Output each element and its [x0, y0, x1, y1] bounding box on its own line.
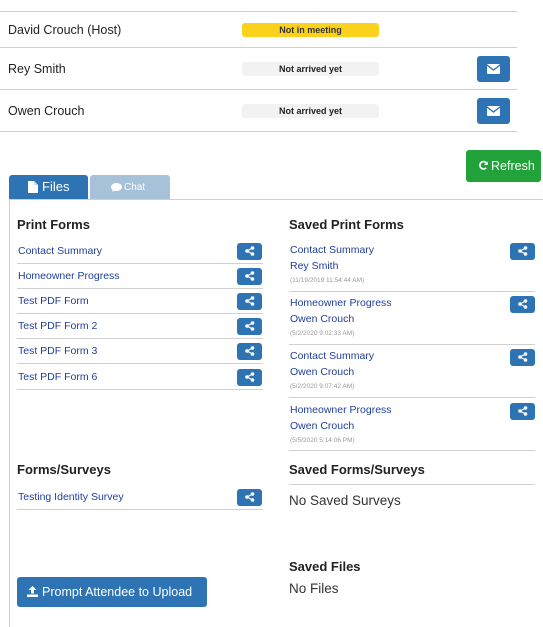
survey-link[interactable]: Testing Identity Survey: [18, 491, 124, 503]
chat-bubble-icon: [111, 183, 122, 192]
tab-label: Files: [42, 179, 70, 194]
tab-files[interactable]: Files: [9, 175, 88, 199]
no-saved-surveys-text: No Saved Surveys: [289, 493, 401, 508]
attendee-name: David Crouch (Host): [8, 22, 122, 37]
list-item: Test PDF Form 3: [17, 339, 263, 364]
share-button[interactable]: [237, 268, 262, 285]
attendee-status-badge: Not in meeting: [242, 22, 379, 37]
share-button[interactable]: [237, 293, 262, 310]
envelope-icon: [487, 105, 500, 116]
share-button[interactable]: [510, 296, 535, 313]
share-button[interactable]: [510, 403, 535, 420]
share-icon: [245, 296, 255, 306]
saved-form-person[interactable]: Rey Smith: [290, 260, 338, 272]
print-form-link[interactable]: Homeowner Progress: [18, 270, 120, 282]
refresh-label: Refresh: [491, 159, 535, 173]
email-attendee-button[interactable]: [477, 97, 510, 124]
attendee-name: Owen Crouch: [8, 103, 85, 118]
share-button[interactable]: [237, 343, 262, 360]
print-form-link[interactable]: Test PDF Form 6: [18, 371, 97, 383]
print-forms-title: Print Forms: [17, 217, 90, 232]
saved-form-link[interactable]: Homeowner Progress: [290, 404, 392, 416]
list-item: Test PDF Form 2: [17, 314, 263, 339]
saved-form-timestamp: (5/2/2020 9:02:33 AM): [290, 330, 355, 337]
share-icon: [518, 246, 528, 256]
attendee-name: Rey Smith: [8, 61, 66, 76]
share-button[interactable]: [237, 318, 262, 335]
share-button[interactable]: [510, 243, 535, 260]
saved-print-forms-title: Saved Print Forms: [289, 217, 404, 232]
saved-form-person[interactable]: Owen Crouch: [290, 366, 354, 378]
saved-form-person[interactable]: Owen Crouch: [290, 313, 354, 325]
share-icon: [245, 492, 255, 502]
refresh-button[interactable]: Refresh: [466, 150, 541, 182]
share-button[interactable]: [510, 349, 535, 366]
envelope-icon: [487, 63, 500, 74]
share-icon: [518, 299, 528, 309]
attendee-row: Rey Smith Not arrived yet: [0, 47, 517, 89]
share-button[interactable]: [237, 243, 262, 260]
share-icon: [245, 271, 255, 281]
refresh-icon: [479, 160, 488, 170]
attendee-status-badge: Not arrived yet: [242, 103, 379, 118]
tab-label: Chat: [124, 182, 146, 193]
share-icon: [518, 352, 528, 362]
no-files-text: No Files: [289, 581, 339, 596]
attendee-list: David Crouch (Host) Not in meeting Rey S…: [0, 0, 517, 132]
prompt-upload-button[interactable]: Prompt Attendee to Upload: [17, 577, 207, 607]
list-item: Homeowner Progress: [17, 264, 263, 289]
forms-surveys-title: Forms/Surveys: [17, 462, 111, 477]
share-icon: [518, 406, 528, 416]
attendee-row: David Crouch (Host) Not in meeting: [0, 11, 517, 47]
saved-form-person[interactable]: Owen Crouch: [290, 420, 354, 432]
file-icon: [28, 181, 38, 193]
print-form-link[interactable]: Test PDF Form 2: [18, 320, 97, 332]
list-item: Test PDF Form: [17, 289, 263, 314]
list-item: Contact Summary Rey Smith (11/19/2019 11…: [289, 239, 535, 292]
saved-files-title: Saved Files: [289, 559, 361, 574]
list-item: Homeowner Progress Owen Crouch (5/2/2020…: [289, 292, 535, 345]
print-form-link[interactable]: Test PDF Form 3: [18, 345, 97, 357]
tab-chat[interactable]: Chat: [90, 175, 170, 199]
saved-form-link[interactable]: Contact Summary: [290, 350, 374, 362]
print-form-link[interactable]: Test PDF Form: [18, 295, 89, 307]
email-attendee-button[interactable]: [477, 55, 510, 82]
list-item: Contact Summary Owen Crouch (5/2/2020 9:…: [289, 345, 535, 398]
saved-form-timestamp: (11/19/2019 11:54:44 AM): [290, 277, 365, 284]
share-icon: [245, 321, 255, 331]
saved-form-link[interactable]: Contact Summary: [290, 244, 374, 256]
saved-form-timestamp: (5/2/2020 9:07:42 AM): [290, 383, 355, 390]
divider: [0, 131, 517, 132]
list-item: Testing Identity Survey: [17, 484, 263, 510]
list-item: Homeowner Progress Owen Crouch (5/5/2020…: [289, 398, 535, 451]
list-item: Test PDF Form 6: [17, 364, 263, 390]
print-form-link[interactable]: Contact Summary: [18, 245, 102, 257]
upload-icon: [27, 586, 38, 597]
divider: [289, 484, 535, 485]
share-icon: [245, 346, 255, 356]
share-button[interactable]: [237, 369, 262, 386]
share-icon: [245, 372, 255, 382]
saved-form-timestamp: (5/5/2020 5:14:06 PM): [290, 437, 355, 444]
share-icon: [245, 246, 255, 256]
saved-forms-surveys-title: Saved Forms/Surveys: [289, 462, 425, 477]
list-item: Contact Summary: [17, 239, 263, 264]
attendee-row: Owen Crouch Not arrived yet: [0, 89, 517, 131]
saved-form-link[interactable]: Homeowner Progress: [290, 297, 392, 309]
share-button[interactable]: [237, 489, 262, 506]
attendee-status-badge: Not arrived yet: [242, 61, 379, 76]
prompt-upload-label: Prompt Attendee to Upload: [42, 585, 193, 599]
